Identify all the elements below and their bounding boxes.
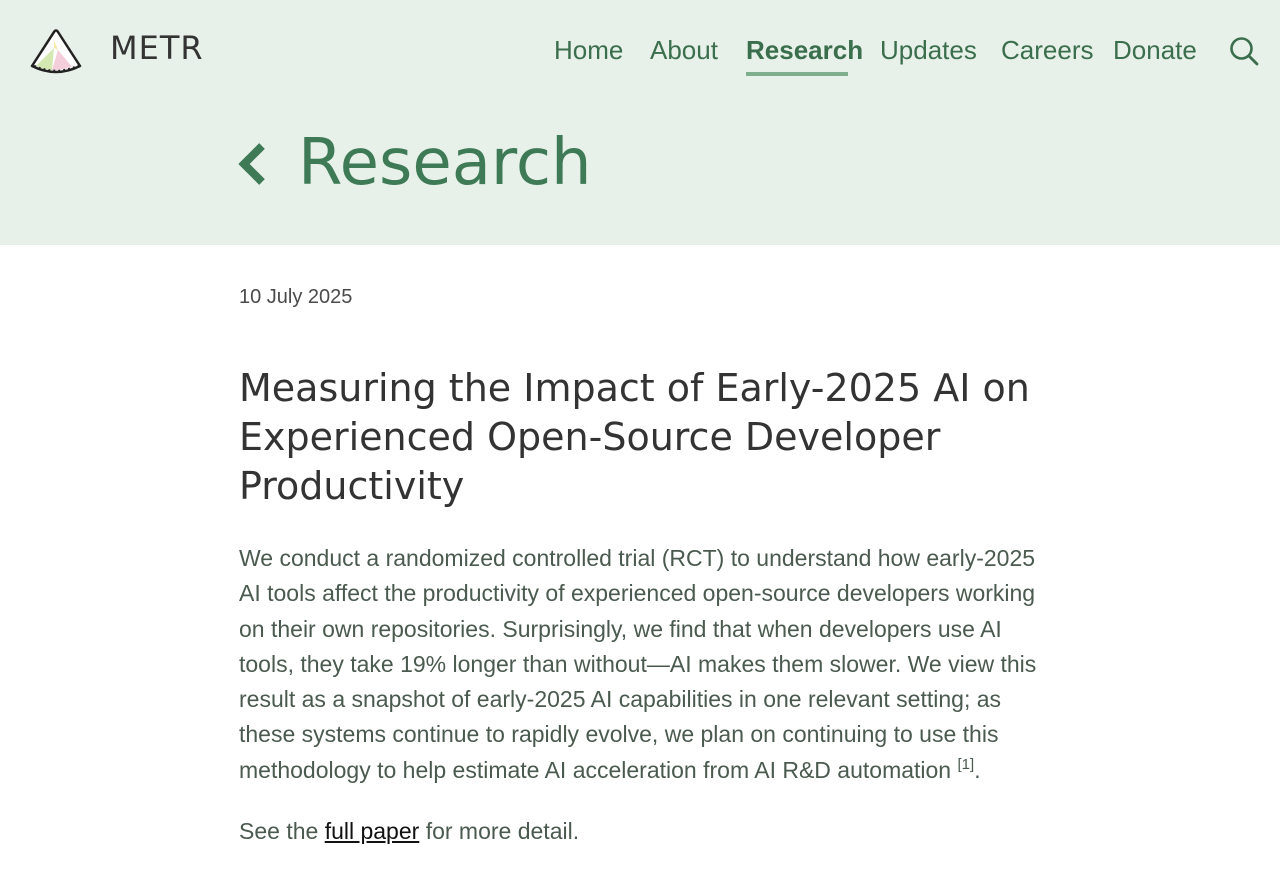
nav-updates[interactable]: Updates <box>880 34 977 66</box>
article-body-end: . <box>974 756 981 783</box>
nav-active-underline <box>746 72 848 76</box>
see-more-line: See the full paper for more detail. <box>239 814 1061 849</box>
article-date: 10 July 2025 <box>239 286 353 308</box>
chevron-left-icon[interactable] <box>234 140 270 188</box>
article-body: We conduct a randomized controlled trial… <box>239 541 1061 788</box>
section-title: Research <box>298 126 592 200</box>
see-more-suffix: for more detail. <box>425 818 580 844</box>
nav-home[interactable]: Home <box>554 34 623 66</box>
nav-about[interactable]: About <box>650 34 718 66</box>
nav-careers[interactable]: Careers <box>1001 34 1093 66</box>
see-more-prefix: See the <box>239 818 319 844</box>
full-paper-link[interactable]: full paper <box>325 818 420 844</box>
nav-research[interactable]: Research <box>746 34 863 66</box>
search-icon[interactable] <box>1228 35 1260 67</box>
brand-name[interactable]: METR <box>110 28 204 68</box>
article-body-text: We conduct a randomized controlled trial… <box>239 545 1037 783</box>
footnote-ref[interactable]: [1] <box>958 756 975 773</box>
nav-donate[interactable]: Donate <box>1113 34 1197 66</box>
metr-logo-icon[interactable] <box>28 26 84 74</box>
article-title: Measuring the Impact of Early-2025 AI on… <box>239 366 1030 508</box>
site-header: METR Home About Research Updates Careers… <box>0 0 1280 245</box>
